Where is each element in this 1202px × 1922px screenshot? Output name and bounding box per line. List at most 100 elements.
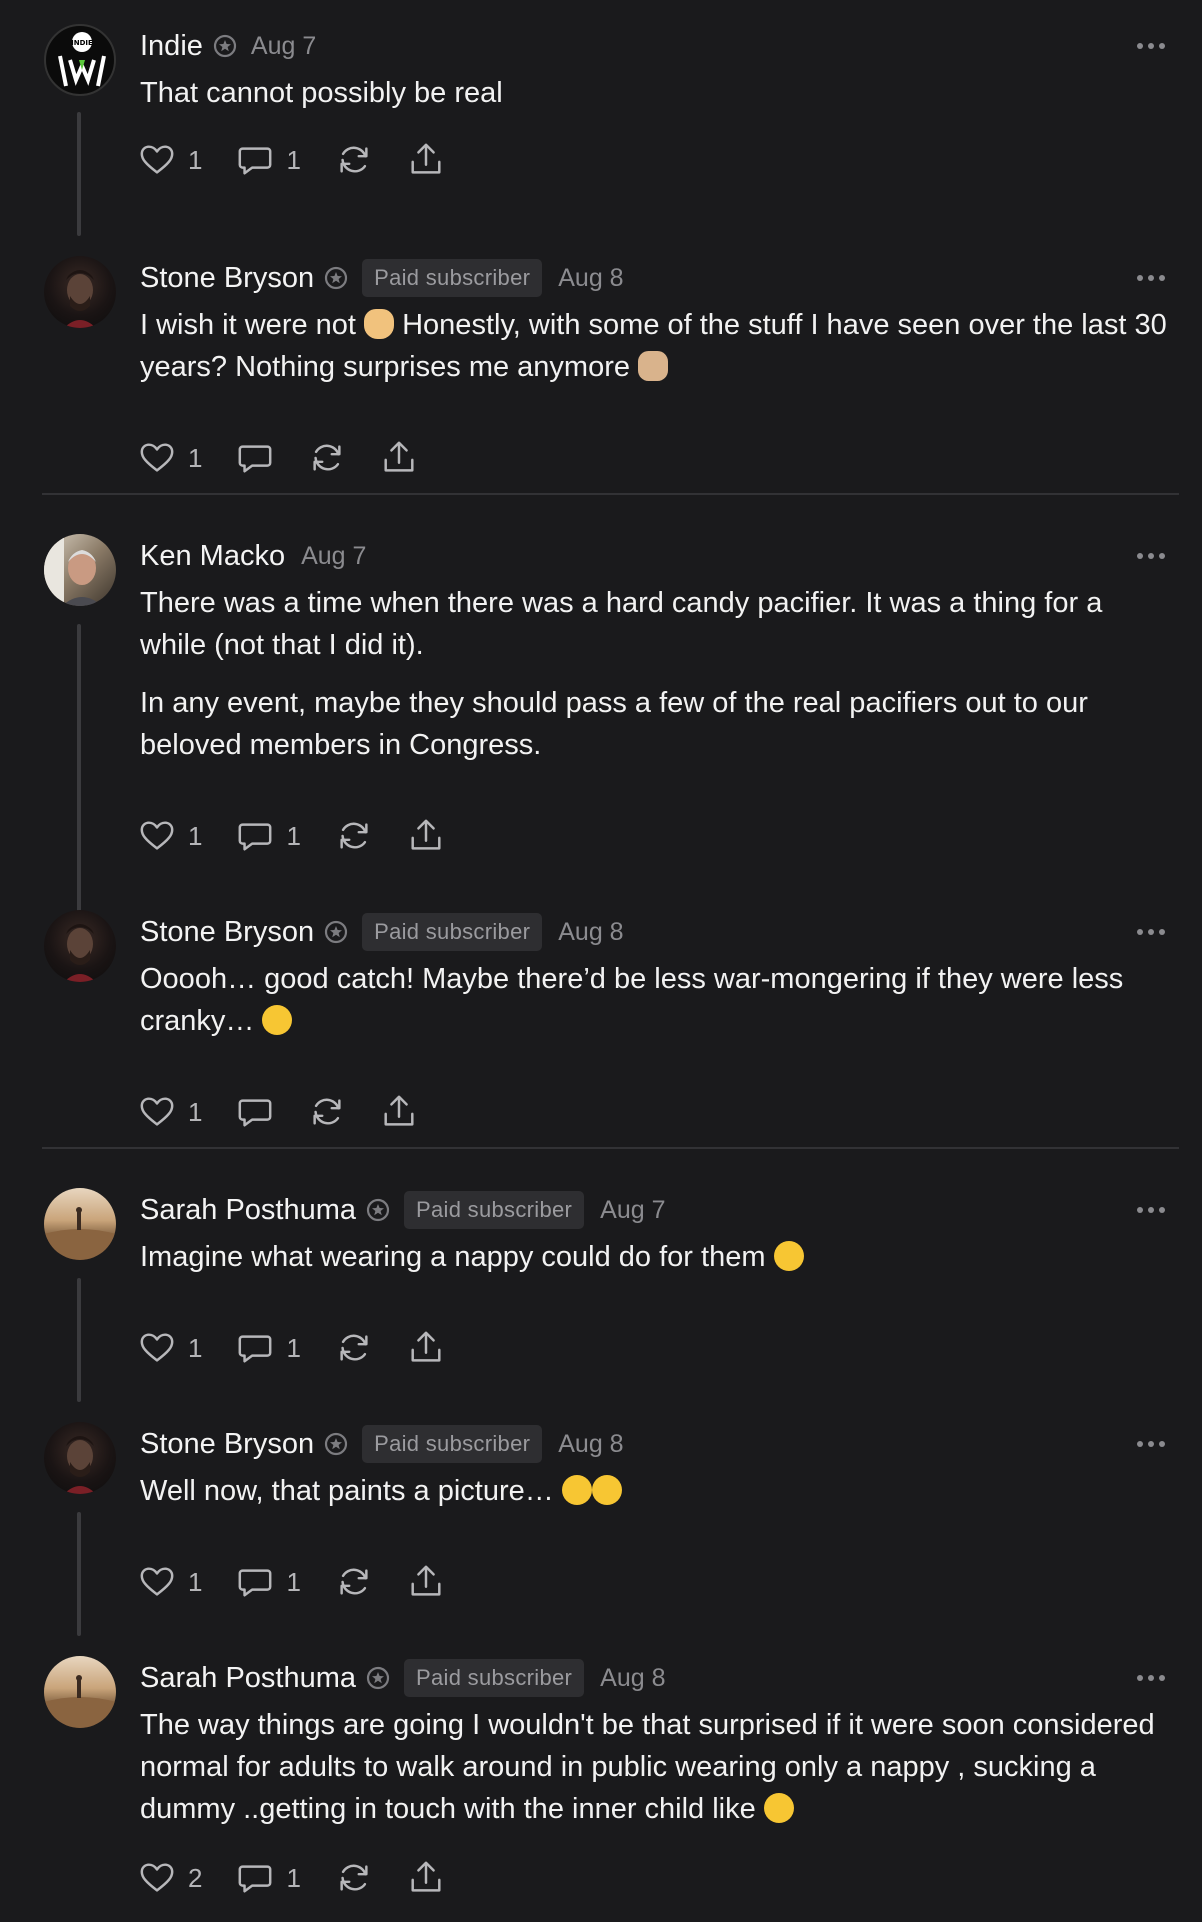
verified-icon — [324, 1432, 348, 1456]
restack-button[interactable] — [335, 817, 373, 855]
comment-body: I wish it were not Honestly, with some o… — [140, 304, 1170, 388]
rofl-emoji — [773, 1241, 804, 1271]
comment-body: The way things are going I wouldn't be t… — [140, 1704, 1170, 1830]
like-button[interactable]: 1 — [138, 439, 202, 477]
more-icon[interactable] — [1130, 1430, 1172, 1458]
avatar[interactable] — [44, 1656, 116, 1728]
avatar[interactable] — [44, 534, 116, 606]
more-icon[interactable] — [1130, 1664, 1172, 1692]
reply-button[interactable] — [236, 1093, 274, 1131]
share-icon — [407, 141, 445, 179]
share-button[interactable] — [407, 1329, 445, 1367]
restack-button[interactable] — [308, 439, 346, 477]
comment-date[interactable]: Aug 8 — [558, 264, 623, 293]
restack-icon — [308, 439, 346, 477]
verified-icon — [366, 1198, 390, 1222]
verified-icon — [366, 1666, 390, 1690]
like-button[interactable]: 1 — [138, 1329, 202, 1367]
share-button[interactable] — [380, 1093, 418, 1131]
author-name[interactable]: Stone Bryson — [140, 916, 314, 949]
author-name[interactable]: Stone Bryson — [140, 262, 314, 295]
like-button[interactable]: 2 — [138, 1859, 202, 1897]
reply-button[interactable]: 1 — [236, 1329, 301, 1367]
comment-text: Imagine what wearing a nappy could do fo… — [140, 1236, 1170, 1278]
heart-icon — [138, 1093, 176, 1131]
avatar[interactable] — [44, 910, 116, 982]
restack-icon — [335, 1859, 373, 1897]
like-button[interactable]: 1 — [138, 1093, 202, 1131]
share-button[interactable] — [407, 141, 445, 179]
comment-date[interactable]: Aug 7 — [301, 542, 366, 571]
more-icon[interactable] — [1130, 542, 1172, 570]
comment-header: Indie Aug 7 — [140, 24, 316, 68]
restack-icon — [308, 1093, 346, 1131]
paid-subscriber-badge: Paid subscriber — [404, 1191, 585, 1229]
restack-button[interactable] — [335, 141, 373, 179]
text-fragment: Well now, that paints a picture… — [140, 1475, 554, 1507]
comment-date[interactable]: Aug 8 — [600, 1664, 665, 1693]
like-button[interactable]: 1 — [138, 141, 202, 179]
comment-icon — [236, 1329, 274, 1367]
joy-emoji — [591, 1475, 622, 1505]
restack-icon — [335, 141, 373, 179]
comment-header: Stone Bryson Paid subscriber Aug 8 — [140, 1422, 624, 1466]
reply-count: 1 — [286, 1566, 301, 1597]
reply-button[interactable] — [236, 439, 274, 477]
restack-button[interactable] — [335, 1859, 373, 1897]
share-button[interactable] — [407, 1563, 445, 1601]
text-fragment: The way things are going I wouldn't be t… — [140, 1709, 1155, 1825]
author-name[interactable]: Ken Macko — [140, 540, 285, 573]
restack-button[interactable] — [335, 1329, 373, 1367]
like-button[interactable]: 1 — [138, 1563, 202, 1601]
avatar[interactable] — [44, 1422, 116, 1494]
more-icon[interactable] — [1130, 1196, 1172, 1224]
shrug-emoji — [638, 351, 669, 381]
more-icon[interactable] — [1130, 32, 1172, 60]
comment-header: Ken Macko Aug 7 — [140, 534, 366, 578]
scream-emoji — [763, 1793, 794, 1823]
reply-button[interactable]: 1 — [236, 141, 301, 179]
comment-text: That cannot possibly be real — [140, 77, 503, 109]
reply-button[interactable]: 1 — [236, 1563, 301, 1601]
heart-icon — [138, 817, 176, 855]
comment-body: Well now, that paints a picture… — [140, 1470, 1170, 1512]
comment-actions: 1 — [138, 1090, 452, 1134]
svg-text:INDIE: INDIE — [71, 39, 93, 47]
comment-paragraph: There was a time when there was a hard c… — [140, 587, 1103, 661]
share-icon — [407, 1563, 445, 1601]
text-fragment: Imagine what wearing a nappy could do fo… — [140, 1241, 766, 1273]
more-icon[interactable] — [1130, 918, 1172, 946]
avatar[interactable] — [44, 1188, 116, 1260]
share-button[interactable] — [407, 1859, 445, 1897]
like-count: 2 — [188, 1862, 203, 1893]
comment-header: Stone Bryson Paid subscriber Aug 8 — [140, 256, 624, 300]
restack-icon — [335, 817, 373, 855]
comment-actions: 1 — [138, 436, 452, 480]
share-icon — [380, 439, 418, 477]
share-button[interactable] — [380, 439, 418, 477]
avatar[interactable] — [44, 256, 116, 328]
comment-date[interactable]: Aug 8 — [558, 918, 623, 947]
paid-subscriber-badge: Paid subscriber — [362, 913, 543, 951]
comment-date[interactable]: Aug 8 — [558, 1430, 623, 1459]
more-icon[interactable] — [1130, 264, 1172, 292]
avatar[interactable]: INDIE — [44, 24, 116, 96]
author-name[interactable]: Indie — [140, 30, 203, 63]
like-count: 1 — [188, 820, 203, 851]
comment-date[interactable]: Aug 7 — [600, 1196, 665, 1225]
thread-line — [77, 1512, 81, 1636]
reply-button[interactable]: 1 — [236, 1859, 301, 1897]
comment-date[interactable]: Aug 7 — [251, 32, 316, 61]
comment-icon — [236, 1859, 274, 1897]
share-button[interactable] — [407, 817, 445, 855]
comment-icon — [236, 141, 274, 179]
thread-divider — [42, 1147, 1179, 1149]
author-name[interactable]: Stone Bryson — [140, 1428, 314, 1461]
reply-button[interactable]: 1 — [236, 817, 301, 855]
author-name[interactable]: Sarah Posthuma — [140, 1662, 356, 1695]
share-icon — [407, 1859, 445, 1897]
like-button[interactable]: 1 — [138, 817, 202, 855]
author-name[interactable]: Sarah Posthuma — [140, 1194, 356, 1227]
restack-button[interactable] — [335, 1563, 373, 1601]
restack-button[interactable] — [308, 1093, 346, 1131]
